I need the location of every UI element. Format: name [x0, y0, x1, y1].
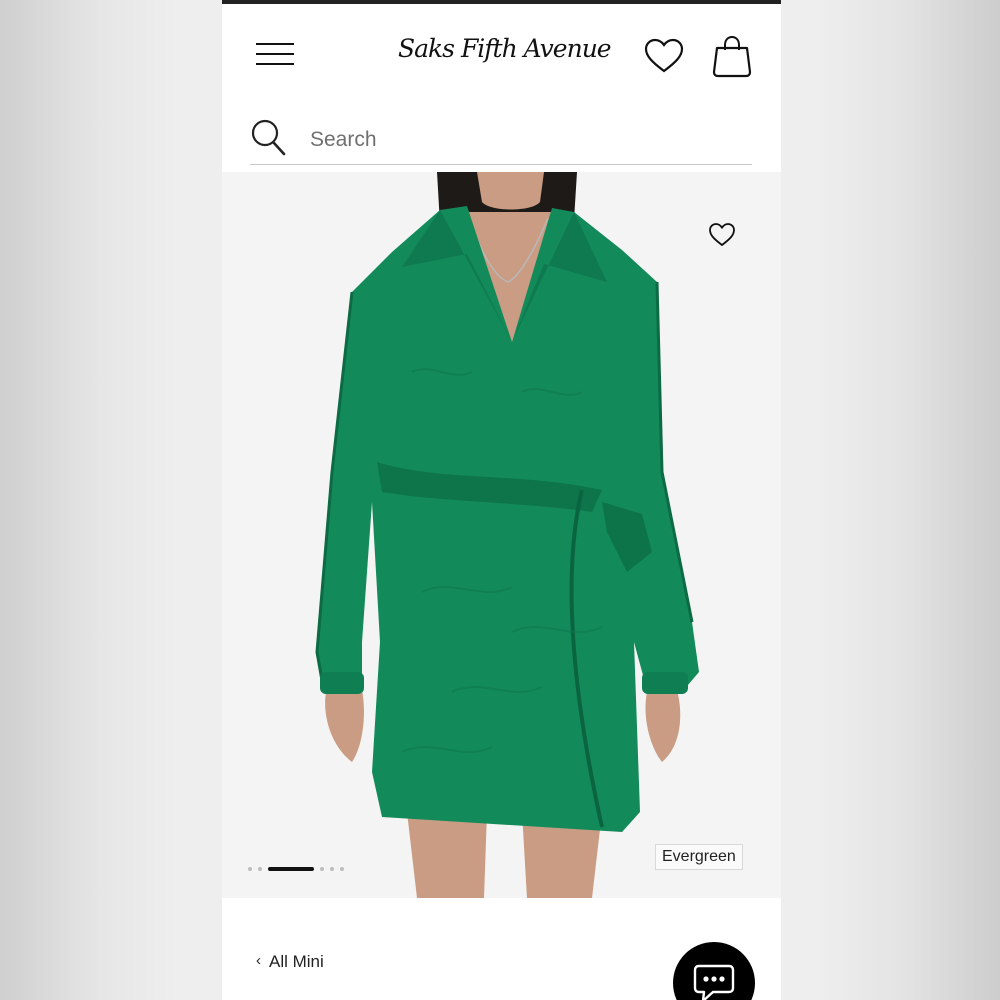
favorite-button[interactable]	[708, 222, 736, 248]
gallery-dot[interactable]	[320, 867, 324, 871]
search-icon[interactable]	[250, 118, 286, 158]
product-image[interactable]: Evergreen	[222, 172, 781, 898]
gallery-dot[interactable]	[248, 867, 252, 871]
chat-button[interactable]	[673, 942, 755, 1000]
brand-logo[interactable]: Saks Fifth Avenue	[398, 26, 612, 72]
dress-photo	[315, 172, 699, 898]
breadcrumb-label: All Mini	[269, 952, 324, 971]
menu-button[interactable]	[256, 42, 294, 66]
breadcrumb[interactable]: ‹ All Mini	[256, 952, 324, 976]
color-label: Evergreen	[655, 844, 743, 870]
shopping-bag-button[interactable]	[712, 35, 752, 78]
search-bar[interactable]	[250, 114, 752, 165]
gallery-dot[interactable]	[330, 867, 334, 871]
gallery-dot[interactable]	[258, 867, 262, 871]
chat-bubble-icon	[693, 964, 735, 1000]
chevron-left-icon: ‹	[256, 952, 261, 969]
gallery-dot-active[interactable]	[268, 867, 314, 871]
search-input[interactable]	[310, 124, 730, 156]
heart-icon	[644, 38, 684, 73]
heart-icon	[709, 223, 735, 247]
shopping-bag-icon	[712, 35, 752, 78]
mobile-viewport: Saks Fifth Avenue Search Evergreen ‹ All…	[222, 0, 781, 1000]
gallery-pagination[interactable]	[248, 865, 348, 873]
wishlist-button[interactable]	[644, 38, 684, 74]
status-bar-edge	[222, 0, 781, 4]
gallery-dot[interactable]	[340, 867, 344, 871]
